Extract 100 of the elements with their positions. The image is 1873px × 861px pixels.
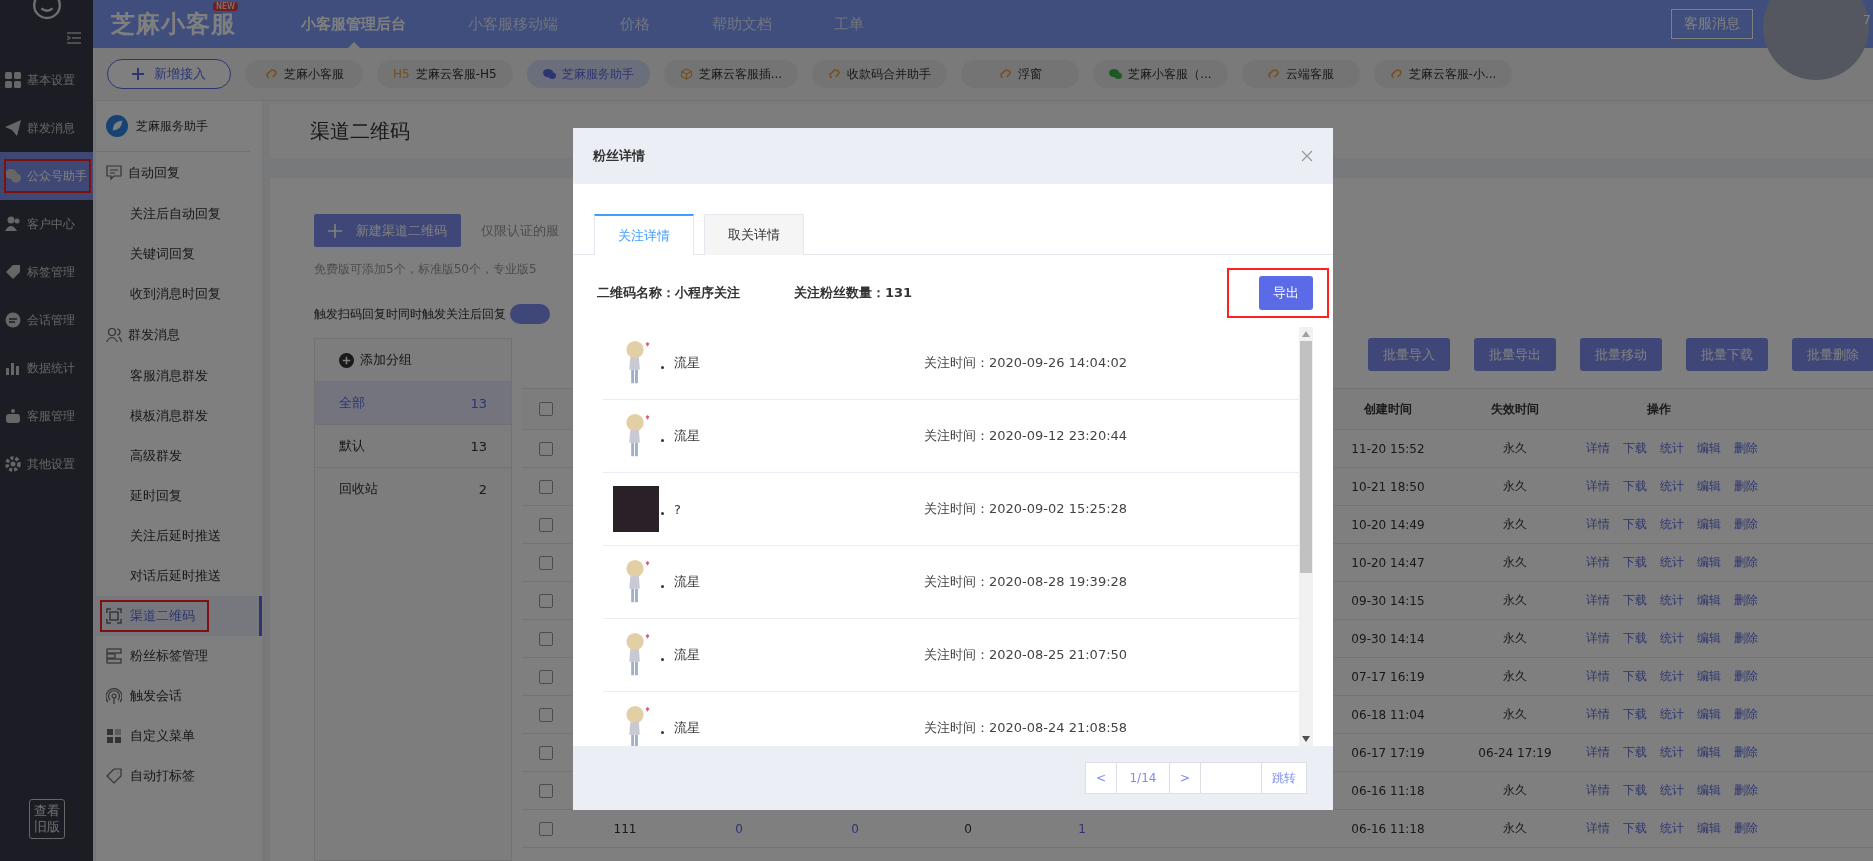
- channel-tab[interactable]: 浮窗: [961, 60, 1080, 88]
- table-cell[interactable]: 0: [680, 821, 798, 836]
- scrollbar[interactable]: [1299, 327, 1313, 746]
- menu-item[interactable]: 粉丝标签管理: [96, 636, 262, 676]
- action-link[interactable]: 编辑: [1697, 782, 1721, 799]
- checkbox[interactable]: [539, 441, 553, 456]
- action-link[interactable]: 下载: [1623, 440, 1647, 457]
- menu-item[interactable]: 对话后延时推送: [96, 556, 262, 596]
- checkbox[interactable]: [539, 593, 553, 608]
- action-link[interactable]: 详情: [1586, 744, 1610, 761]
- action-link[interactable]: 下载: [1623, 592, 1647, 609]
- channel-tab[interactable]: 芝麻小客服（...: [1093, 60, 1228, 88]
- action-link[interactable]: 编辑: [1697, 706, 1721, 723]
- action-link[interactable]: 编辑: [1697, 668, 1721, 685]
- old-version-button[interactable]: 查看旧版: [28, 799, 65, 839]
- action-link[interactable]: 详情: [1586, 820, 1610, 837]
- menu-item[interactable]: 自动打标签: [96, 756, 262, 796]
- action-link[interactable]: 统计: [1660, 744, 1684, 761]
- export-button[interactable]: 导出: [1259, 276, 1313, 310]
- menu-item[interactable]: 触发会话: [96, 676, 262, 716]
- group-item[interactable]: 默认 13: [315, 424, 511, 467]
- scroll-thumb[interactable]: [1300, 341, 1312, 573]
- page-input[interactable]: [1200, 762, 1262, 794]
- action-link[interactable]: 详情: [1586, 782, 1610, 799]
- tab[interactable]: 关注详情: [594, 214, 694, 255]
- action-link[interactable]: 详情: [1586, 706, 1610, 723]
- scroll-down-icon[interactable]: [1302, 736, 1310, 742]
- collapse-icon[interactable]: [67, 32, 81, 44]
- scroll-up-icon[interactable]: [1302, 331, 1310, 337]
- action-link[interactable]: 删除: [1734, 478, 1758, 495]
- tab[interactable]: 取关详情: [704, 214, 804, 255]
- channel-tab[interactable]: 芝麻云客服-小...: [1373, 60, 1513, 88]
- add-group-link[interactable]: 添加分组: [360, 351, 412, 369]
- action-link[interactable]: 编辑: [1697, 630, 1721, 647]
- sidebar-item[interactable]: 客户中心: [0, 200, 93, 248]
- action-link[interactable]: 编辑: [1697, 554, 1721, 571]
- menu-item[interactable]: 收到消息时回复: [96, 274, 262, 314]
- action-link[interactable]: 删除: [1734, 820, 1758, 837]
- table-cell[interactable]: 1: [1024, 821, 1140, 836]
- group-item[interactable]: 回收站 2: [315, 467, 511, 510]
- action-link[interactable]: 详情: [1586, 440, 1610, 457]
- menu-item[interactable]: 渠道二维码: [96, 596, 262, 636]
- action-link[interactable]: 删除: [1734, 592, 1758, 609]
- action-link[interactable]: 统计: [1660, 668, 1684, 685]
- menu-group-label[interactable]: 群发消息: [128, 326, 180, 344]
- checkbox[interactable]: [539, 402, 553, 416]
- checkbox[interactable]: [539, 821, 553, 836]
- prev-page-button[interactable]: <: [1084, 762, 1117, 794]
- brand-logo[interactable]: 芝麻小客服: [111, 10, 236, 38]
- action-link[interactable]: 统计: [1660, 630, 1684, 647]
- action-link[interactable]: 统计: [1660, 440, 1684, 457]
- checkbox[interactable]: [539, 555, 553, 570]
- action-link[interactable]: 下载: [1623, 516, 1647, 533]
- menu-item[interactable]: 延时回复: [96, 476, 262, 516]
- jump-button[interactable]: 跳转: [1261, 762, 1307, 794]
- action-link[interactable]: 详情: [1586, 668, 1610, 685]
- channel-tab[interactable]: 收款码合并助手: [812, 60, 948, 88]
- action-link[interactable]: 编辑: [1697, 820, 1721, 837]
- sidebar-item[interactable]: 数据统计: [0, 344, 93, 392]
- action-link[interactable]: 统计: [1660, 820, 1684, 837]
- add-circle-icon[interactable]: [339, 352, 354, 368]
- action-link[interactable]: 下载: [1623, 668, 1647, 685]
- sidebar-item[interactable]: 标签管理: [0, 248, 93, 296]
- action-link[interactable]: 统计: [1660, 554, 1684, 571]
- checkbox[interactable]: [539, 783, 553, 798]
- action-link[interactable]: 删除: [1734, 554, 1758, 571]
- action-link[interactable]: 详情: [1586, 592, 1610, 609]
- action-link[interactable]: 删除: [1734, 440, 1758, 457]
- checkbox[interactable]: [539, 745, 553, 760]
- toggle-switch[interactable]: [510, 304, 550, 324]
- channel-tab[interactable]: H5 芝麻云客服-H5: [377, 60, 513, 88]
- action-link[interactable]: 编辑: [1697, 516, 1721, 533]
- checkbox[interactable]: [539, 631, 553, 646]
- add-channel-button[interactable]: 新增接入: [107, 59, 231, 89]
- menu-item[interactable]: 客服消息群发: [96, 356, 262, 396]
- menu-item[interactable]: 模板消息群发: [96, 396, 262, 436]
- action-link[interactable]: 编辑: [1697, 592, 1721, 609]
- action-link[interactable]: 删除: [1734, 782, 1758, 799]
- action-link[interactable]: 删除: [1734, 744, 1758, 761]
- checkbox[interactable]: [539, 479, 553, 494]
- menu-item[interactable]: 关注后自动回复: [96, 194, 262, 234]
- action-link[interactable]: 编辑: [1697, 744, 1721, 761]
- action-link[interactable]: 编辑: [1697, 478, 1721, 495]
- sidebar-item[interactable]: 群发消息: [0, 104, 93, 152]
- menu-item[interactable]: 关注后延时推送: [96, 516, 262, 556]
- action-link[interactable]: 统计: [1660, 478, 1684, 495]
- menu-item[interactable]: 自定义菜单: [96, 716, 262, 756]
- action-link[interactable]: 删除: [1734, 516, 1758, 533]
- action-link[interactable]: 统计: [1660, 592, 1684, 609]
- checkbox[interactable]: [539, 517, 553, 532]
- checkbox[interactable]: [539, 669, 553, 684]
- action-link[interactable]: 删除: [1734, 706, 1758, 723]
- channel-tab[interactable]: 芝麻云客服插...: [663, 60, 799, 88]
- action-link[interactable]: 下载: [1623, 706, 1647, 723]
- action-link[interactable]: 详情: [1586, 554, 1610, 571]
- action-link[interactable]: 下载: [1623, 744, 1647, 761]
- menu-group-label[interactable]: 自动回复: [128, 164, 180, 182]
- action-link[interactable]: 详情: [1586, 630, 1610, 647]
- group-item[interactable]: 全部 13: [315, 381, 511, 424]
- action-link[interactable]: 统计: [1660, 516, 1684, 533]
